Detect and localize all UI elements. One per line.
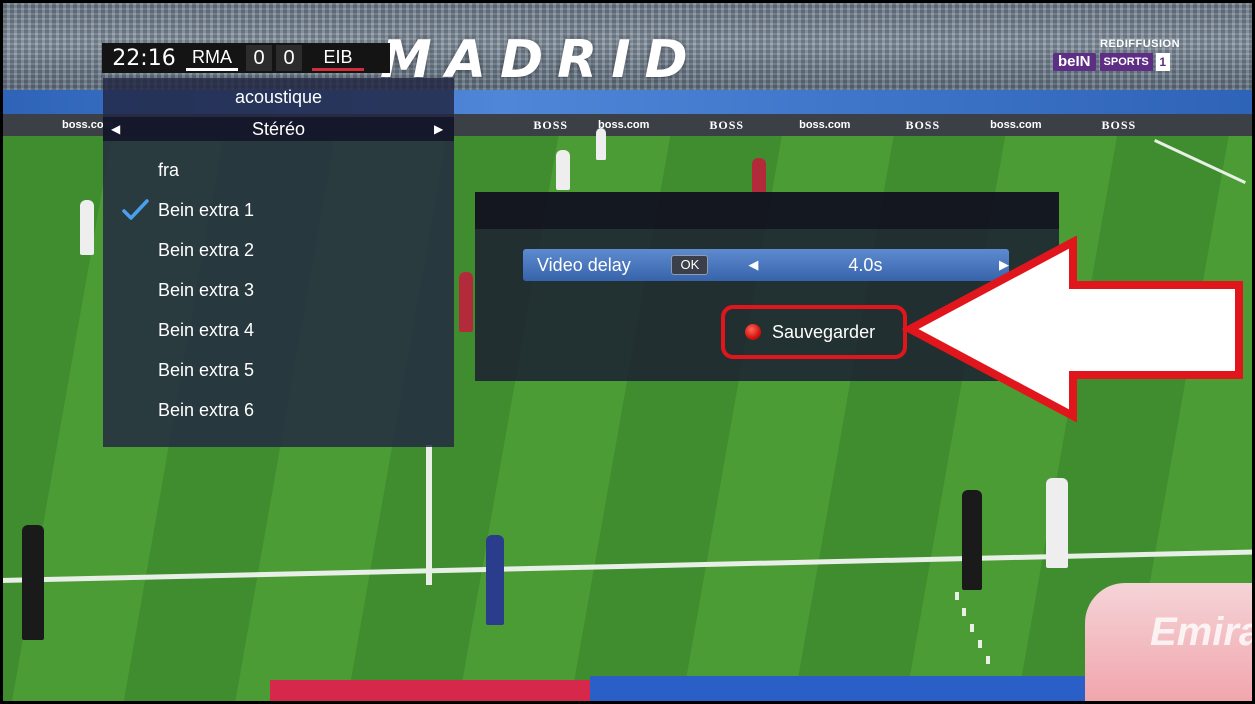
ad-item: boss.com bbox=[799, 119, 851, 131]
player-figure bbox=[80, 200, 94, 255]
home-score: 0 bbox=[246, 45, 272, 71]
save-label: Sauvegarder bbox=[772, 321, 876, 342]
dialog-header bbox=[475, 192, 1059, 229]
red-dot-icon bbox=[745, 324, 761, 340]
away-team: EIB bbox=[312, 46, 364, 71]
scoreboard: 22:16 RMA 0 0 EIB bbox=[102, 43, 390, 73]
audio-track-label: Bein extra 5 bbox=[158, 360, 255, 380]
pitch-marking bbox=[970, 624, 974, 632]
player-figure bbox=[962, 490, 982, 590]
channel-name: SPORTS bbox=[1099, 53, 1153, 71]
ad-item: BOSS bbox=[905, 117, 941, 132]
sideline-banner bbox=[590, 676, 1110, 704]
audio-track-item[interactable]: Bein extra 5 bbox=[103, 350, 454, 390]
audio-track-menu: acoustique ◀ Stéréo ▶ fra Bein extra 1 Bei… bbox=[103, 78, 454, 447]
audio-track-item[interactable]: fra bbox=[103, 150, 454, 190]
audio-mode-value: Stéréo bbox=[251, 118, 306, 139]
pitch-line bbox=[426, 445, 432, 585]
audio-track-label: Bein extra 3 bbox=[158, 280, 255, 300]
audio-track-label: Bein extra 2 bbox=[158, 240, 255, 260]
match-clock: 22:16 bbox=[112, 45, 176, 71]
player-figure bbox=[1046, 478, 1068, 568]
coach-figure bbox=[22, 525, 44, 640]
sideline-banner bbox=[270, 680, 590, 704]
ad-item: BOSS bbox=[709, 117, 745, 132]
video-delay-label: Video delay bbox=[537, 254, 631, 275]
ad-item: boss.com bbox=[990, 119, 1042, 131]
save-button[interactable]: Sauvegarder bbox=[721, 305, 907, 359]
pitch-marking bbox=[962, 608, 966, 616]
arrow-left-icon bbox=[902, 236, 1243, 422]
audio-track-label: Bein extra 4 bbox=[158, 320, 255, 340]
ad-item: BOSS bbox=[1101, 117, 1137, 132]
audio-track-item[interactable]: Bein extra 2 bbox=[103, 230, 454, 270]
bench-sponsor: Emira bbox=[1150, 610, 1255, 654]
away-score: 0 bbox=[276, 45, 302, 71]
player-figure bbox=[556, 150, 570, 190]
audio-track-label: fra bbox=[158, 160, 180, 180]
audio-track-label: Bein extra 6 bbox=[158, 400, 255, 420]
audio-track-item[interactable]: Bein extra 4 bbox=[103, 310, 454, 350]
channel-brand: beIN bbox=[1053, 53, 1096, 71]
pitch-marking bbox=[955, 592, 959, 600]
ad-item: BOSS bbox=[533, 117, 569, 132]
ad-item: boss.com bbox=[598, 119, 650, 131]
audio-track-item[interactable]: Bein extra 6 bbox=[103, 390, 454, 430]
player-figure bbox=[486, 535, 504, 625]
pitch-marking bbox=[978, 640, 982, 648]
channel-number: 1 bbox=[1155, 53, 1170, 71]
audio-track-label: Bein extra 1 bbox=[158, 200, 255, 220]
audio-track-item[interactable]: Bein extra 3 bbox=[103, 270, 454, 310]
player-figure bbox=[752, 158, 766, 194]
menu-title: acoustique bbox=[234, 87, 323, 107]
audio-track-list: fra Bein extra 1 Bein extra 2 Bein extra 3 B… bbox=[103, 150, 454, 430]
ok-button[interactable]: OK bbox=[671, 255, 709, 275]
replay-tag: REDIFFUSION bbox=[1100, 38, 1181, 50]
audio-mode-selector[interactable]: ◀ Stéréo ▶ bbox=[103, 117, 454, 141]
triangle-left-icon[interactable]: ◀ bbox=[111, 122, 123, 136]
checkmark-icon bbox=[122, 199, 149, 220]
player-figure bbox=[459, 272, 473, 332]
pitch-marking bbox=[986, 656, 990, 664]
triangle-left-icon[interactable]: ◀ bbox=[748, 257, 758, 273]
stand-banner: MADRID bbox=[380, 30, 702, 90]
channel-logo: beIN SPORTS 1 bbox=[1053, 52, 1193, 72]
player-figure bbox=[596, 128, 606, 160]
home-team: RMA bbox=[186, 46, 238, 71]
audio-track-item[interactable]: Bein extra 1 bbox=[103, 190, 454, 230]
triangle-right-icon[interactable]: ▶ bbox=[434, 122, 446, 136]
